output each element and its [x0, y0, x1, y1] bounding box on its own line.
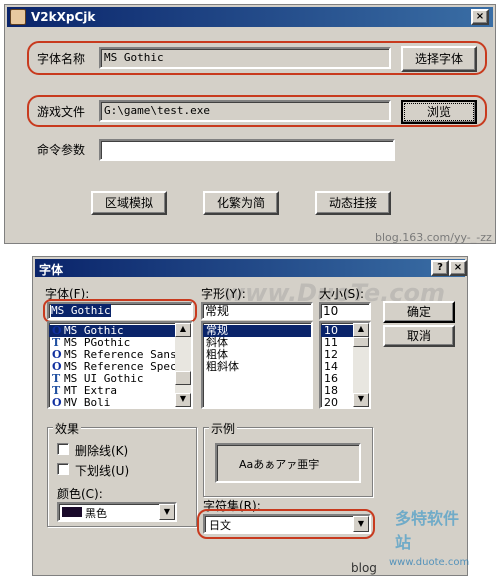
font-input-value: MS Gothic — [51, 304, 111, 317]
game-file-field[interactable]: G:\game\test.exe — [99, 100, 391, 122]
close-button[interactable]: × — [471, 9, 489, 25]
color-select[interactable]: 黑色 ▼ — [57, 502, 177, 522]
watermark-top-window: blog.163.com/yy-_-zz — [375, 231, 492, 244]
size-input[interactable]: 10 — [319, 302, 371, 320]
charset-value: 日文 — [209, 519, 231, 532]
scroll-up-icon[interactable]: ▲ — [175, 323, 191, 337]
sample-preview: Aaあぁアァ亜宇 — [215, 443, 361, 483]
command-args-input[interactable] — [99, 139, 395, 161]
ok-button[interactable]: 确定 — [383, 301, 455, 323]
game-file-label: 游戏文件 — [37, 105, 86, 119]
font-dialog-title: 字体 — [39, 263, 64, 277]
strikeout-checkbox[interactable] — [57, 443, 69, 455]
size-list[interactable]: 10 11 12 14 16 18 20 ▲ ▼ — [319, 321, 371, 409]
dynamic-hook-button[interactable]: 动态挂接 — [315, 191, 391, 215]
scroll-down-icon[interactable]: ▼ — [175, 393, 191, 407]
font-input[interactable]: MS Gothic — [47, 302, 193, 320]
scroll-thumb[interactable] — [175, 371, 191, 385]
choose-font-button[interactable]: 选择字体 — [401, 46, 477, 72]
font-item[interactable]: O MV Boli — [49, 396, 175, 409]
region-simulate-button[interactable]: 区域模拟 — [91, 191, 167, 215]
app-window: V2kXpCjk × 字体名称 MS Gothic 选择字体 游戏文件 G:\g… — [4, 4, 496, 244]
font-dialog: 字体 ? × www.DuoTe.com 字体(F): MS Gothic OM… — [32, 256, 470, 576]
font-dialog-titlebar: 字体 ? × — [35, 259, 467, 277]
close-icon[interactable]: × — [449, 260, 467, 276]
help-button[interactable]: ? — [431, 260, 449, 276]
app-title: V2kXpCjk — [31, 10, 96, 24]
underline-label: 下划线(U) — [75, 464, 130, 478]
style-item[interactable]: 粗斜体 — [203, 361, 311, 373]
font-item-label: MV Boli — [64, 396, 111, 409]
sample-text: Aaあぁアァ亜宇 — [239, 458, 320, 471]
size-item[interactable]: 20 — [321, 396, 353, 409]
trad-to-simp-button[interactable]: 化繁为简 — [203, 191, 279, 215]
size-scroll-thumb[interactable] — [353, 337, 369, 347]
underline-checkbox[interactable] — [57, 463, 69, 475]
size-label: 大小(S): — [319, 287, 365, 301]
color-swatch — [62, 507, 82, 517]
size-scroll-up-icon[interactable]: ▲ — [353, 323, 369, 337]
color-dropdown-icon[interactable]: ▼ — [159, 504, 175, 520]
cancel-button[interactable]: 取消 — [383, 325, 455, 347]
command-args-label: 命令参数 — [37, 143, 86, 157]
style-item-label: 粗斜体 — [206, 360, 239, 373]
size-item-label: 20 — [324, 396, 338, 409]
opentype-font-icon: O — [52, 396, 62, 409]
charset-dropdown-icon[interactable]: ▼ — [353, 516, 369, 532]
browse-button[interactable]: 浏览 — [401, 100, 477, 124]
size-list-scrollbar[interactable]: ▲ ▼ — [353, 323, 369, 407]
style-input[interactable]: 常规 — [201, 302, 313, 320]
style-list[interactable]: 常规 斜体 粗体 粗斜体 — [201, 321, 313, 409]
strikeout-label: 删除线(K) — [75, 444, 129, 458]
effects-label: 效果 — [53, 420, 82, 437]
color-value: 黑色 — [85, 507, 107, 520]
charset-select[interactable]: 日文 ▼ — [203, 514, 371, 534]
font-list[interactable]: O MS Gothic T MS PGothic O MS Reference Sans O… — [47, 321, 193, 409]
app-icon — [10, 9, 26, 25]
font-name-field[interactable]: MS Gothic — [99, 47, 391, 69]
size-scroll-down-icon[interactable]: ▼ — [353, 393, 369, 407]
font-list-scrollbar[interactable]: ▲ ▼ — [175, 323, 191, 407]
app-titlebar: V2kXpCjk × — [7, 7, 493, 27]
watermark-blog: blog — [351, 561, 377, 575]
font-name-label: 字体名称 — [37, 52, 86, 66]
watermark-logo: 多特软件站 — [395, 509, 460, 552]
style-label: 字形(Y): — [201, 287, 246, 301]
watermark-logo-url: www.duote.com — [389, 557, 470, 568]
color-label: 颜色(C): — [57, 487, 103, 501]
sample-label: 示例 — [209, 420, 238, 437]
